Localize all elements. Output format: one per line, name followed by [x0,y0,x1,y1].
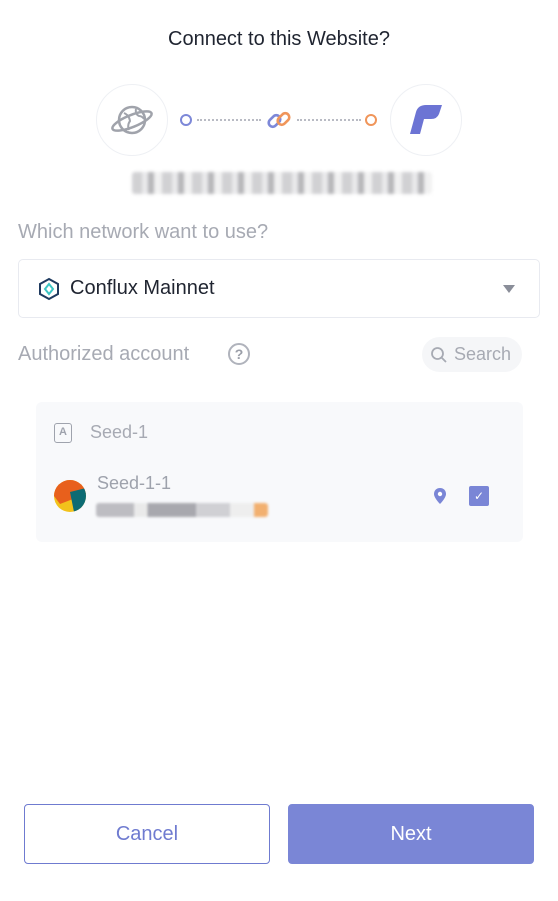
connector-dot-right [365,114,377,126]
page-title: Connect to this Website? [168,28,390,50]
hd-wallet-icon: A [54,422,72,443]
site-icon-circle [96,84,168,156]
network-select[interactable]: Conflux Mainnet [18,259,540,318]
connector-line-right [297,119,361,121]
account-group-header: A Seed-1 [54,422,148,443]
search-input[interactable] [454,344,520,365]
account-group-name: Seed-1 [90,422,149,442]
help-icon[interactable]: ? [228,343,250,365]
connector-line-left [197,119,261,121]
account-address-blurred [96,503,268,517]
wallet-icon-circle [390,84,462,156]
conflux-logo-icon [39,277,59,300]
caret-down-icon [503,285,515,293]
search-box[interactable] [422,337,522,372]
next-button[interactable]: Next [288,804,534,864]
account-avatar [54,480,86,512]
fluent-wallet-logo-icon [410,105,442,134]
location-pin-icon [434,488,446,504]
connection-diagram [0,84,558,156]
account-list: A Seed-1 Seed-1-1 ✓ [36,402,523,542]
globe-planet-icon [111,105,153,135]
selected-network: Conflux Mainnet [70,277,215,299]
connector-dot-left [180,114,192,126]
search-icon [431,346,447,363]
site-origin-blurred [132,172,432,194]
network-label: Which network want to use? [18,221,269,243]
chain-link-icon [267,111,291,129]
account-name: Seed-1-1 [97,473,172,493]
authorized-account-label: Authorized account [18,343,190,365]
cancel-button[interactable]: Cancel [24,804,270,864]
account-checkbox[interactable]: ✓ [469,486,489,506]
